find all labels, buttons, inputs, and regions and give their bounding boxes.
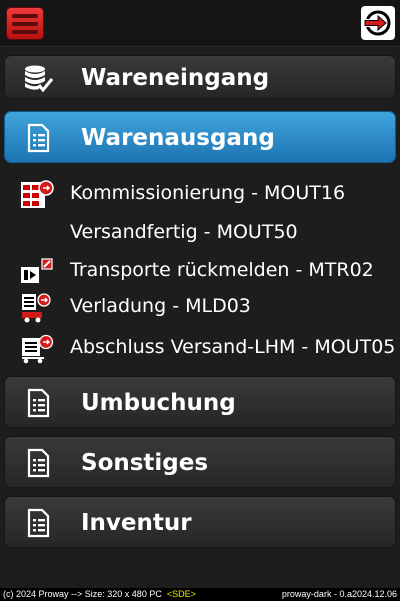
submenu-label: Verladung - MLD03 (70, 295, 251, 317)
sde-badge: <SDE> (166, 589, 196, 599)
menu-label: Warenausgang (81, 125, 275, 151)
document-list-icon (27, 448, 50, 478)
submenu-item-versandfertig[interactable]: Versandfertig - MOUT50 (20, 216, 396, 250)
footer-left: (c) 2024 Proway --> Size: 320 x 480 PC <… (3, 588, 196, 601)
cart-close-icon (22, 334, 54, 364)
submenu-item-abschluss[interactable]: Abschluss Versand-LHM - MOUT05 (20, 331, 396, 365)
submenu-label: Kommissionierung - MOUT16 (70, 182, 346, 204)
menu-umbuchung[interactable]: Umbuchung (4, 376, 396, 428)
menu-label: Wareneingang (81, 65, 270, 91)
submenu-item-kommissionierung[interactable]: Kommissionierung - MOUT16 (20, 177, 396, 211)
top-bar (0, 0, 400, 47)
truck-load-icon (22, 293, 51, 323)
submenu-label: Versandfertig - MOUT50 (70, 221, 298, 243)
submenu-item-transporte[interactable]: Transporte rückmelden - MTR02 (20, 254, 396, 288)
menu-inventur[interactable]: Inventur (4, 496, 396, 548)
menu-label: Umbuchung (81, 390, 236, 416)
hamburger-icon[interactable] (6, 7, 44, 40)
document-list-icon (27, 388, 50, 418)
menu-sonstiges[interactable]: Sonstiges (4, 436, 396, 488)
menu-wareneingang[interactable]: Wareneingang (4, 55, 396, 99)
database-check-icon (25, 65, 53, 93)
menu-warenausgang[interactable]: Warenausgang (4, 111, 396, 163)
document-list-icon (27, 123, 50, 153)
status-footer: (c) 2024 Proway --> Size: 320 x 480 PC <… (0, 588, 400, 601)
document-list-icon (27, 508, 50, 538)
menu-label: Inventur (81, 510, 192, 536)
submenu-label: Abschluss Versand-LHM - MOUT05 (70, 336, 396, 358)
logout-icon[interactable] (361, 6, 395, 40)
shelf-logout-icon (21, 180, 54, 208)
footer-info: (c) 2024 Proway --> Size: 320 x 480 PC (3, 589, 162, 599)
submenu-item-verladung[interactable]: Verladung - MLD03 (20, 290, 396, 324)
submenu-label: Transporte rückmelden - MTR02 (70, 259, 374, 281)
transport-edit-icon (21, 258, 53, 283)
footer-version: proway-dark - 0.a2024.12.06 (281, 589, 397, 599)
menu-label: Sonstiges (81, 450, 209, 476)
